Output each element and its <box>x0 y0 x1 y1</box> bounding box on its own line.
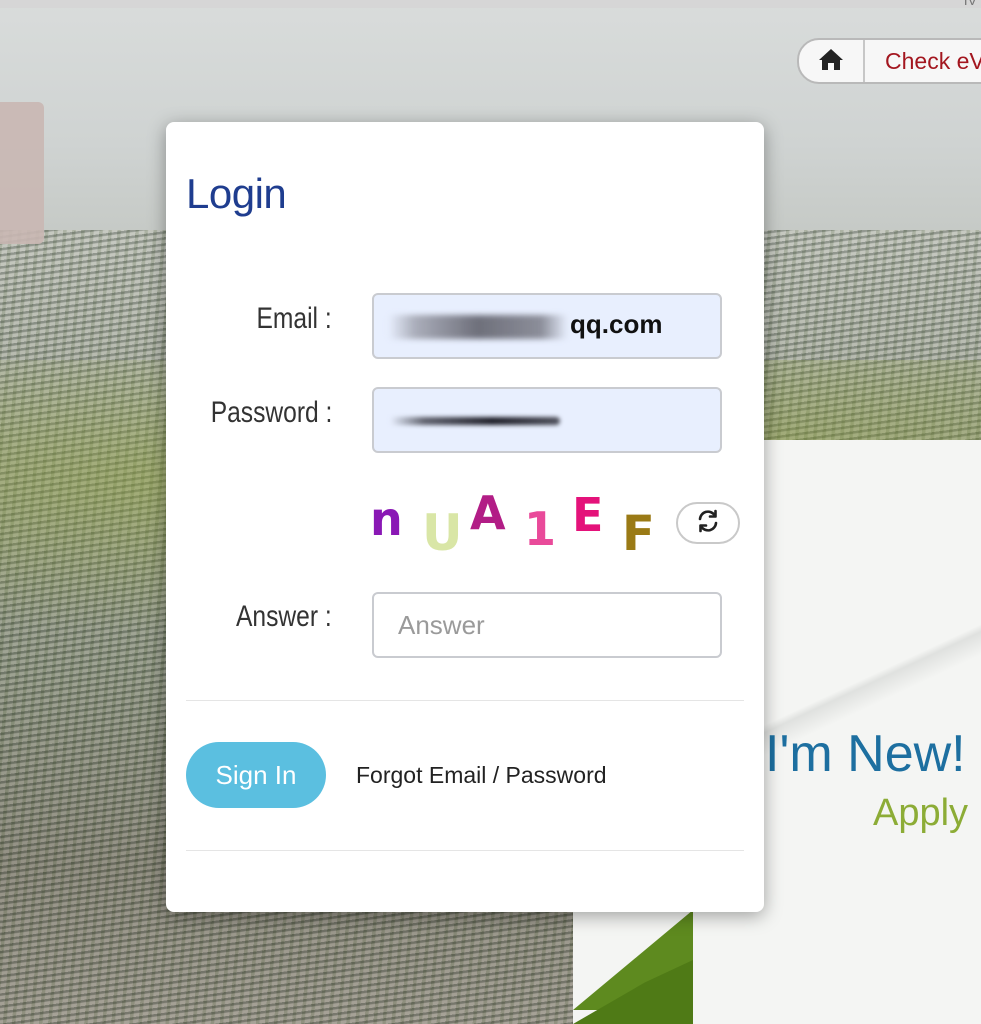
sign-in-button[interactable]: Sign In <box>186 742 326 808</box>
left-side-panel <box>0 102 44 244</box>
forgot-email-password-link[interactable]: Forgot Email / Password <box>356 762 607 789</box>
promo-heading: I'm New! <box>765 725 966 783</box>
login-modal: Login Email : qq.com Password : n U A 1 … <box>166 122 764 912</box>
captcha-char: n <box>370 492 403 546</box>
captcha-char: F <box>622 506 655 562</box>
top-right-fragment: IV <box>963 0 977 8</box>
email-label: Email : <box>256 302 332 335</box>
captcha-refresh-button[interactable] <box>676 502 740 544</box>
divider-bottom <box>186 850 744 851</box>
password-redacted-blur <box>390 417 560 425</box>
captcha-char: A <box>470 486 506 540</box>
password-label: Password : <box>210 396 332 429</box>
modal-title: Login <box>186 170 287 217</box>
check-link[interactable]: Check eV <box>865 48 981 75</box>
top-navigation: Check eV <box>797 38 981 84</box>
captcha-char: U <box>422 504 463 562</box>
password-field[interactable] <box>372 387 722 453</box>
divider-top <box>186 700 744 701</box>
captcha-char: 1 <box>524 502 557 556</box>
captcha-char: E <box>572 488 604 542</box>
captcha-image: n U A 1 E F <box>370 484 670 564</box>
home-button[interactable] <box>799 40 865 82</box>
apply-link[interactable]: Apply <box>873 792 968 835</box>
top-strip: IV <box>0 0 981 8</box>
email-redacted-blur <box>388 315 568 339</box>
refresh-icon <box>695 508 721 539</box>
email-value: qq.com <box>570 309 663 339</box>
home-icon <box>818 47 844 76</box>
email-field[interactable]: qq.com <box>372 293 722 359</box>
answer-input[interactable] <box>372 592 722 658</box>
answer-label: Answer : <box>236 600 332 633</box>
